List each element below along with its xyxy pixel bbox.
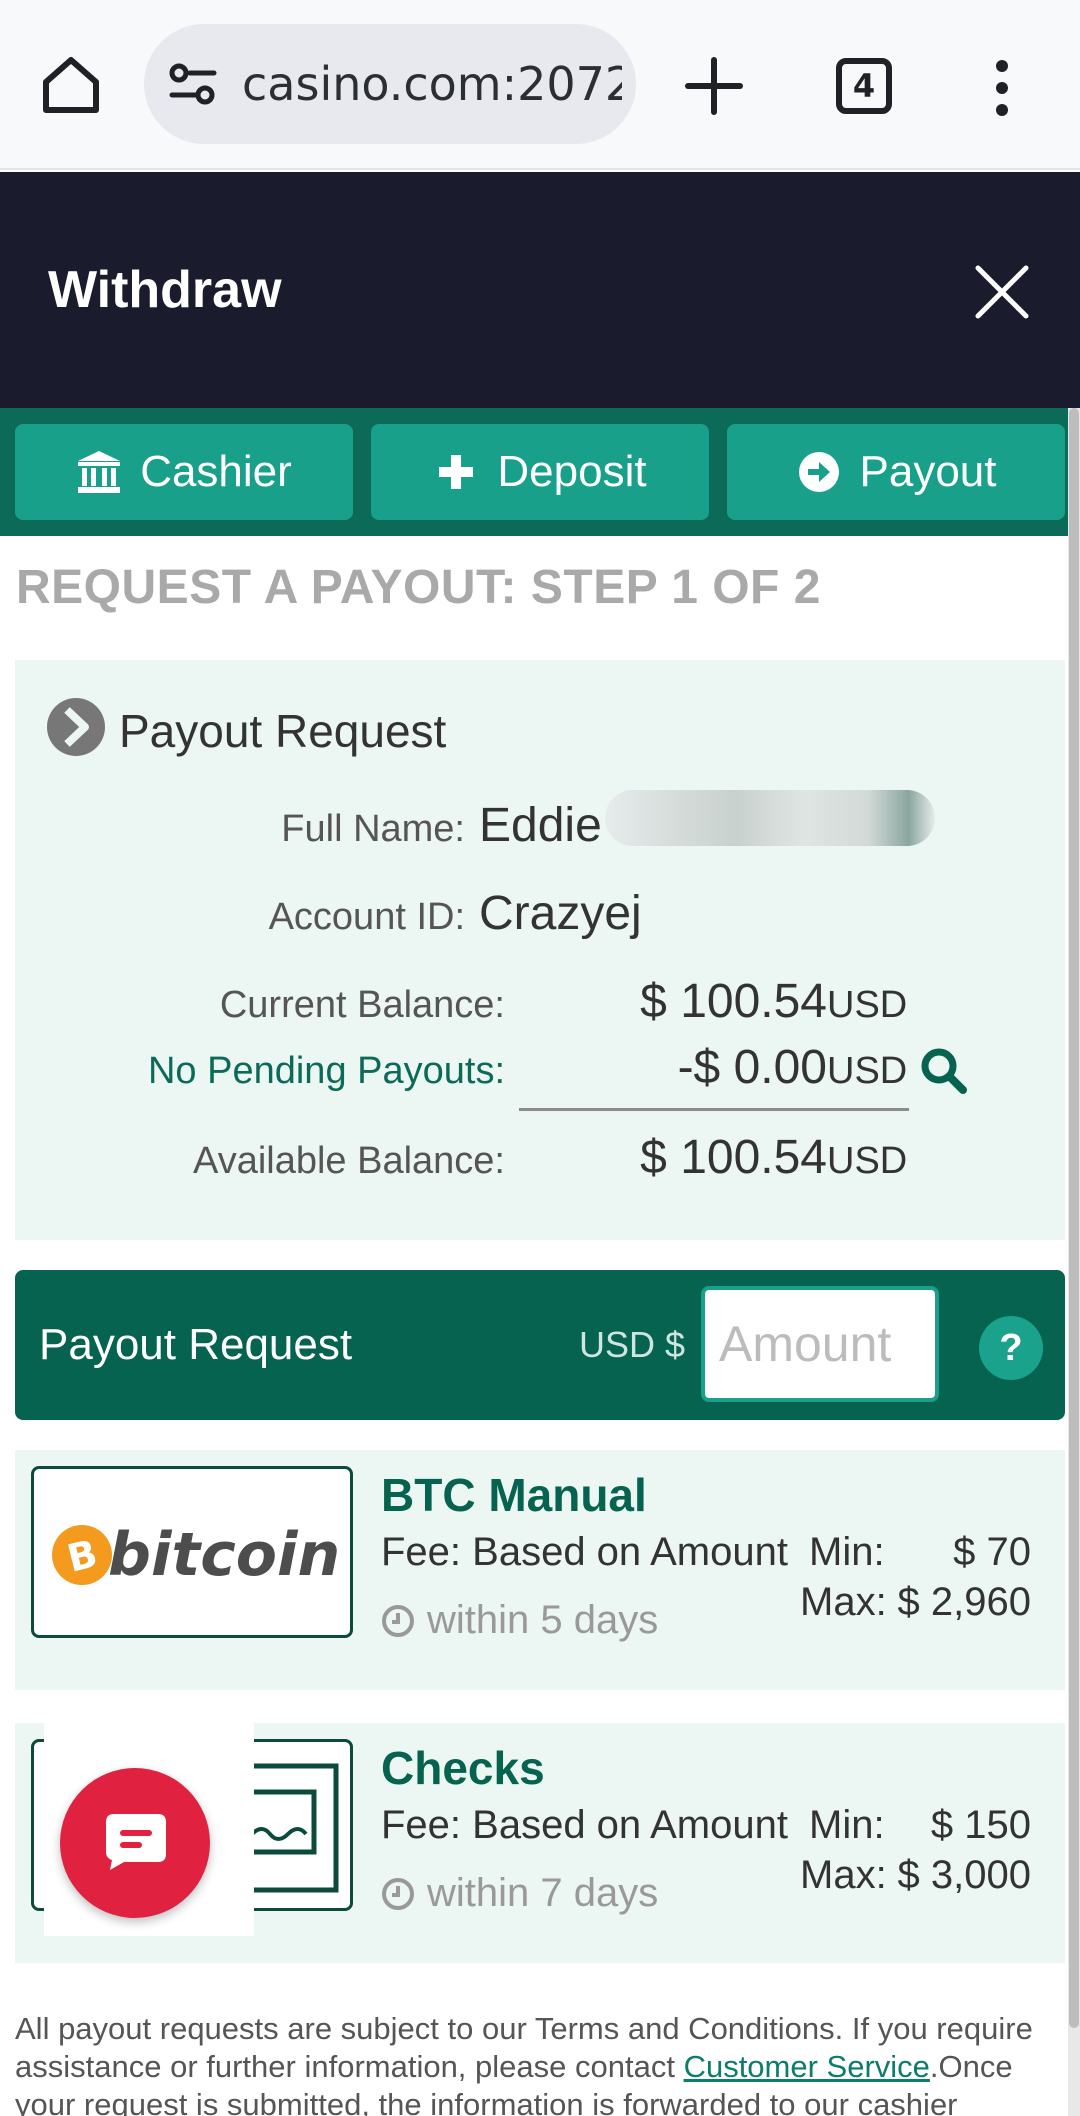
payout-request-label: Payout Request: [39, 1320, 353, 1369]
clock-icon: [382, 1877, 414, 1910]
more-menu-icon[interactable]: [990, 58, 1014, 118]
currency-label: USD $: [579, 1324, 686, 1365]
current-balance-label: Current Balance:: [219, 984, 505, 1026]
method-time: within 7 days: [381, 1871, 658, 1916]
min-label: Min:: [809, 1530, 885, 1574]
clock-icon: [382, 1604, 414, 1637]
bitcoin-wordmark: bitcoin: [108, 1520, 340, 1590]
payout-label: Payout: [859, 447, 997, 496]
account-id-value: Crazyej: [479, 887, 642, 940]
cashier-nav: Cashier Deposit Payout: [0, 408, 1080, 536]
method-time: within 5 days: [381, 1598, 658, 1643]
new-tab-icon[interactable]: [680, 56, 748, 116]
customer-service-link[interactable]: Customer Service: [684, 2049, 930, 2084]
bitcoin-logo-icon: B bitcoin: [52, 1520, 340, 1590]
method-fee: Fee: Based on Amount: [381, 1530, 788, 1574]
method-time-label: within 7 days: [427, 1871, 659, 1915]
bank-icon: [78, 451, 121, 493]
balance-divider: [519, 1108, 909, 1111]
account-id-label: Account ID:: [268, 896, 465, 938]
max-value: $ 2,960: [897, 1580, 1031, 1624]
page-title: Withdraw: [48, 261, 282, 319]
home-icon[interactable]: [38, 52, 104, 118]
available-balance-value: $ 100.54: [640, 1131, 827, 1184]
terms-notice: All payout requests are subject to our T…: [15, 2010, 1060, 2116]
pending-payouts-link[interactable]: No Pending Payouts:: [148, 1050, 505, 1093]
pending-payouts-value: -$ 0.00: [677, 1041, 827, 1094]
arrow-circle-right-icon: [798, 452, 839, 492]
available-balance-currency: USD: [827, 1140, 908, 1182]
max-label: Max:: [800, 1580, 887, 1624]
max-label: Max:: [800, 1853, 887, 1897]
pending-payouts-currency: USD: [827, 1050, 908, 1092]
search-icon[interactable]: [919, 1046, 967, 1094]
payout-request-bar: Payout Request USD $ ?: [15, 1270, 1065, 1420]
payout-request-title: Payout Request: [119, 705, 447, 757]
scrollbar-thumb[interactable]: [1069, 408, 1079, 2028]
site-settings-icon[interactable]: [168, 62, 218, 106]
payout-button[interactable]: Payout: [727, 424, 1065, 520]
chat-bubble-icon: [106, 1814, 166, 1870]
address-bar[interactable]: casino.com:2072: [144, 24, 636, 144]
method-time-label: within 5 days: [427, 1598, 659, 1642]
arrow-circle-right-icon: [47, 698, 105, 756]
page-header: Withdraw: [0, 172, 1080, 408]
chat-button[interactable]: [60, 1768, 210, 1918]
browser-toolbar: casino.com:2072 4: [0, 0, 1080, 170]
step-title: REQUEST A PAYOUT: STEP 1 OF 2: [16, 561, 821, 614]
min-value: $ 70: [953, 1530, 1031, 1574]
current-balance-value: $ 100.54: [640, 975, 827, 1028]
payout-method-btc[interactable]: B bitcoin BTC Manual Fee: Based on Amoun…: [15, 1450, 1065, 1690]
cashier-button[interactable]: Cashier: [15, 424, 353, 520]
deposit-label: Deposit: [497, 447, 647, 496]
full-name-value: Eddie: [479, 799, 602, 852]
tab-switcher-button[interactable]: 4: [836, 58, 892, 114]
url-text[interactable]: casino.com:2072: [242, 24, 622, 144]
max-value: $ 3,000: [897, 1853, 1031, 1897]
bitcoin-logo: B bitcoin: [31, 1466, 353, 1638]
close-icon[interactable]: [970, 260, 1034, 324]
redacted-name: [605, 790, 935, 846]
method-fee: Fee: Based on Amount: [381, 1803, 788, 1847]
cashier-label: Cashier: [140, 447, 292, 496]
help-button[interactable]: ?: [979, 1316, 1043, 1380]
current-balance-currency: USD: [827, 984, 908, 1026]
min-value: $ 150: [930, 1803, 1031, 1847]
deposit-button[interactable]: Deposit: [371, 424, 709, 520]
available-balance-label: Available Balance:: [193, 1140, 505, 1182]
min-label: Min:: [809, 1803, 885, 1847]
method-name: BTC Manual: [381, 1469, 647, 1521]
full-name-label: Full Name:: [281, 808, 465, 850]
amount-input[interactable]: [701, 1286, 939, 1402]
payout-info-panel: Payout Request Full Name: Eddie Account …: [15, 660, 1065, 1240]
method-name: Checks: [381, 1742, 545, 1794]
plus-icon: [439, 455, 474, 489]
